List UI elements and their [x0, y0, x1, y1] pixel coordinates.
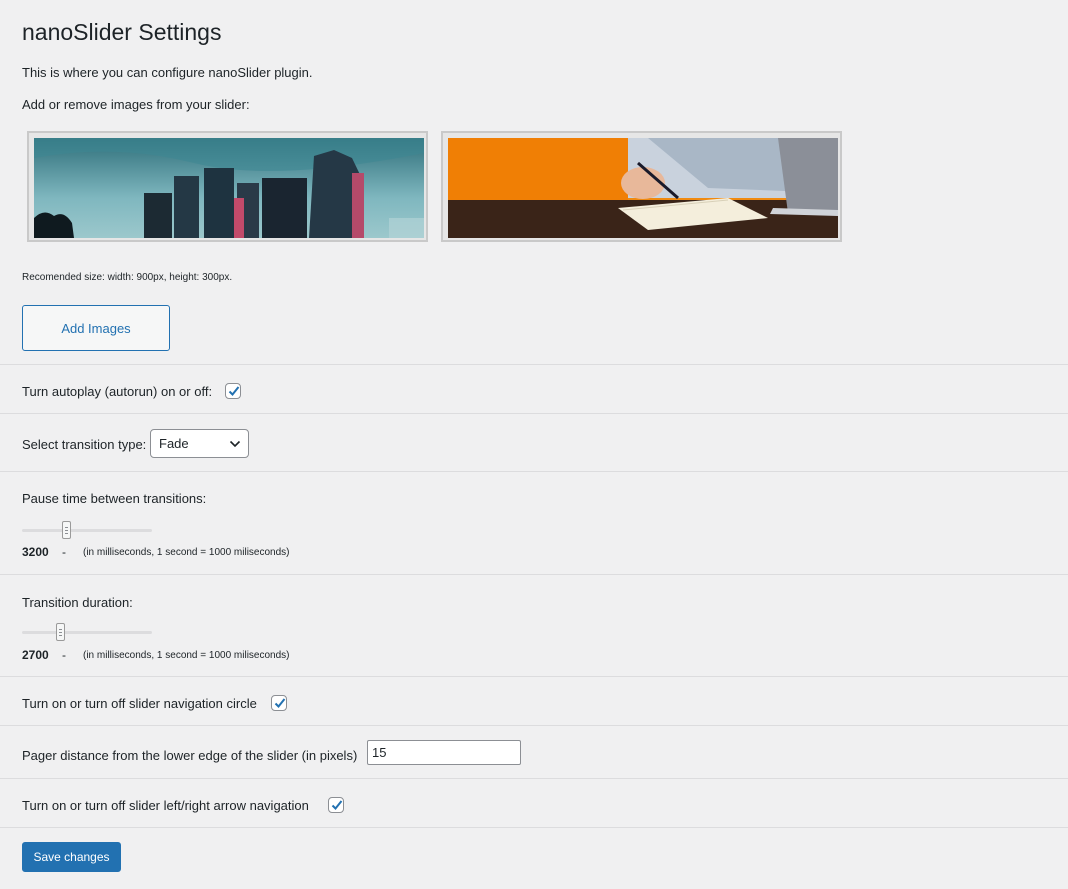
checkmark-icon [331, 800, 343, 810]
save-changes-button[interactable]: Save changes [22, 842, 121, 872]
pause-time-label: Pause time between transitions: [22, 491, 207, 506]
divider [0, 364, 1068, 365]
divider [0, 574, 1068, 575]
slider-image-1[interactable] [27, 131, 428, 242]
chevron-down-icon [229, 440, 241, 448]
checkmark-icon [274, 698, 286, 708]
recommended-size-text: Recomended size: width: 900px, height: 3… [22, 272, 233, 283]
writing-notebook-image [448, 138, 838, 238]
images-label: Add or remove images from your slider: [22, 97, 250, 112]
nav-circle-label: Turn on or turn off slider navigation ci… [22, 696, 257, 711]
transition-duration-label: Transition duration: [22, 595, 133, 610]
divider [0, 413, 1068, 414]
settings-page: nanoSlider Settings This is where you ca… [0, 0, 1068, 889]
city-skyline-image [34, 138, 424, 238]
divider [0, 471, 1068, 472]
transition-duration-note: (in milliseconds, 1 second = 1000 milise… [83, 650, 290, 661]
transition-duration-value: 2700 [22, 648, 49, 662]
nav-circle-checkbox[interactable] [271, 695, 287, 711]
slider-image-2[interactable] [441, 131, 842, 242]
divider [0, 725, 1068, 726]
pause-time-slider[interactable] [22, 529, 152, 532]
transition-duration-dash: - [62, 648, 66, 662]
pager-distance-label: Pager distance from the lower edge of th… [22, 748, 358, 763]
transition-type-select[interactable]: Fade [150, 429, 249, 458]
transition-type-label: Select transition type: [22, 437, 147, 452]
intro-text: This is where you can configure nanoSlid… [22, 65, 313, 80]
transition-duration-slider-handle[interactable] [56, 623, 65, 641]
transition-duration-slider[interactable] [22, 631, 152, 634]
autoplay-checkbox[interactable] [225, 383, 241, 399]
arrow-nav-checkbox[interactable] [328, 797, 344, 813]
transition-type-value: Fade [159, 436, 189, 451]
pause-time-dash: - [62, 545, 66, 559]
arrow-nav-label: Turn on or turn off slider left/right ar… [22, 798, 309, 813]
divider [0, 827, 1068, 828]
checkmark-icon [228, 386, 240, 396]
pause-time-slider-handle[interactable] [62, 521, 71, 539]
divider [0, 778, 1068, 779]
pager-distance-input[interactable] [367, 740, 521, 765]
autoplay-label: Turn autoplay (autorun) on or off: [22, 384, 213, 399]
add-images-button[interactable]: Add Images [22, 305, 170, 351]
pause-time-value: 3200 [22, 545, 49, 559]
pause-time-note: (in milliseconds, 1 second = 1000 milise… [83, 547, 290, 558]
divider [0, 676, 1068, 677]
page-title: nanoSlider Settings [22, 19, 222, 45]
